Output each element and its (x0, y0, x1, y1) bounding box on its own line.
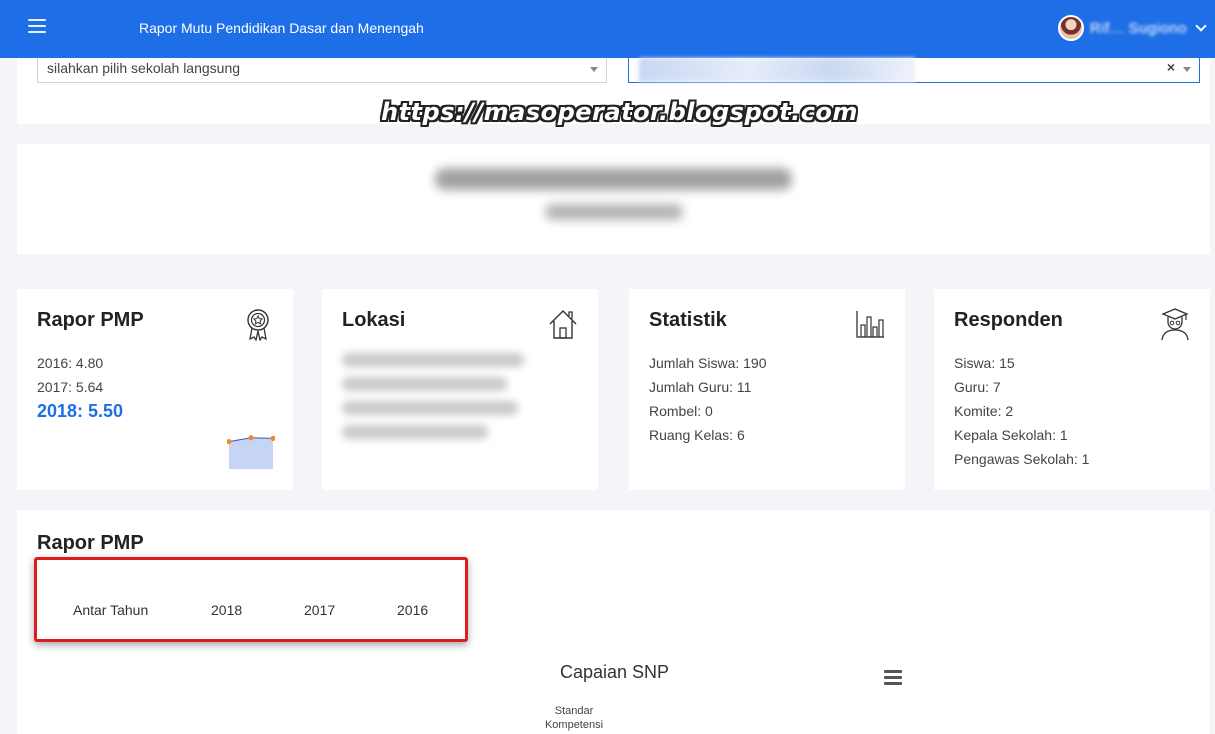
responden-komite: Komite: 2 (954, 403, 1014, 419)
ruang-kelas: Ruang Kelas: 6 (649, 427, 745, 443)
user-name: Rif... Sugiono (1089, 19, 1187, 37)
tab-2016[interactable]: 2016 (397, 602, 428, 618)
school-select-value: silahkan pilih sekolah langsung (47, 60, 241, 76)
chart-axis-label: Standar Kompetensi (544, 705, 604, 731)
chart-title: Capaian SNP (560, 662, 670, 682)
app-title: Rapor Mutu Pendidikan Dasar dan Menengah (139, 20, 424, 36)
lokasi-address-blurred (342, 353, 524, 449)
rapor-section: Rapor PMP Antar Tahun 2018 2017 2016 Cap… (17, 510, 1210, 734)
rapor-card-title: Rapor PMP (37, 309, 144, 331)
statistik-card: Statistik Jumlah Siswa: 190 Jumlah Guru:… (629, 289, 905, 490)
statistik-card-title: Statistik (649, 309, 727, 331)
bar-chart-icon (856, 311, 884, 338)
tab-2018[interactable]: 2018 (211, 602, 242, 618)
rapor-2017: 2017: 5.64 (37, 379, 104, 395)
tab-2017[interactable]: 2017 (304, 602, 335, 618)
caret-down-icon (1183, 67, 1191, 72)
rapor-card: Rapor PMP 2016: 4.80 2017: 5.64 2018: 5.… (17, 289, 293, 490)
school-name-blurred (435, 168, 792, 190)
jumlah-guru: Jumlah Guru: 11 (649, 379, 752, 395)
responden-pengawas-sekolah: Pengawas Sekolah: 1 (954, 451, 1090, 467)
statistik-values: Jumlah Siswa: 190 Jumlah Guru: 11 Rombel… (649, 351, 767, 447)
rapor-sparkline (227, 435, 275, 469)
hamburger-icon[interactable] (28, 19, 46, 33)
rombel: Rombel: 0 (649, 403, 713, 419)
sparkline-area (229, 437, 273, 469)
award-icon (247, 309, 269, 341)
menu-icon[interactable] (884, 670, 902, 685)
jumlah-siswa: Jumlah Siswa: 190 (649, 355, 767, 371)
chevron-down-icon (1195, 20, 1207, 32)
graduate-icon (1161, 308, 1189, 341)
responden-values: Siswa: 15 Guru: 7 Komite: 2 Kepala Sekol… (954, 351, 1089, 471)
rapor-2016: 2016: 4.80 (37, 355, 104, 371)
avatar (1057, 15, 1084, 41)
rapor-section-title: Rapor PMP (37, 532, 144, 554)
responden-card: Responden Siswa: 15 Guru: 7 Komite: 2 Ke… (934, 289, 1210, 490)
school-info-panel (17, 144, 1210, 254)
lokasi-card-title: Lokasi (342, 309, 406, 331)
home-icon (549, 310, 577, 339)
region-select[interactable]: × (628, 58, 1200, 83)
user-menu[interactable]: Rif... Sugiono (1057, 14, 1207, 42)
blurred-selection (639, 58, 915, 82)
clear-icon[interactable]: × (1167, 59, 1175, 75)
year-tabs: Antar Tahun 2018 2017 2016 (34, 557, 468, 642)
watermark: https://masoperator.blogspot.com (381, 98, 858, 126)
caret-down-icon (590, 67, 598, 72)
responden-siswa: Siswa: 15 (954, 355, 1015, 371)
sparkline-point (248, 435, 254, 441)
responden-kepala-sekolah: Kepala Sekolah: 1 (954, 427, 1068, 443)
school-select[interactable]: silahkan pilih sekolah langsung (37, 58, 607, 83)
responden-card-title: Responden (954, 309, 1063, 331)
top-navbar: Rapor Mutu Pendidikan Dasar dan Menengah… (0, 0, 1215, 58)
responden-guru: Guru: 7 (954, 379, 1001, 395)
rapor-values: 2016: 4.80 2017: 5.64 2018: 5.50 (37, 351, 123, 423)
rapor-2018: 2018: 5.50 (37, 401, 124, 421)
school-npsn-blurred (545, 204, 683, 220)
lokasi-card: Lokasi (322, 289, 598, 490)
tab-antar-tahun[interactable]: Antar Tahun (73, 602, 148, 618)
